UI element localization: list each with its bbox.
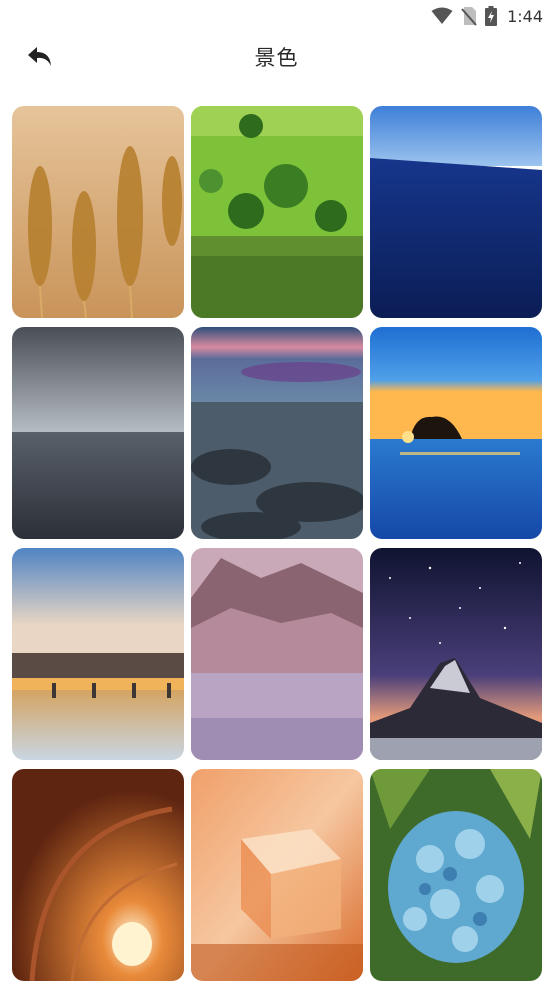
app-bar: 景色 xyxy=(0,34,553,82)
page-title: 景色 xyxy=(254,46,299,70)
wallpaper-grey-sea-clouds[interactable] xyxy=(12,327,184,539)
battery-charging-icon xyxy=(485,6,498,26)
status-bar: 1:44 xyxy=(0,0,553,32)
wifi-icon xyxy=(431,7,453,25)
wallpaper-orange-tunnel[interactable] xyxy=(12,769,184,981)
no-sim-icon xyxy=(461,6,477,26)
status-time: 1:44 xyxy=(507,6,543,26)
wallpaper-wheat-field[interactable] xyxy=(12,106,184,318)
wallpaper-starry-mountain-peak[interactable] xyxy=(370,548,542,760)
wallpaper-city-bridge-river[interactable] xyxy=(12,548,184,760)
wallpaper-deep-blue-sea[interactable] xyxy=(370,106,542,318)
wallpaper-misty-mountain-lake[interactable] xyxy=(191,548,363,760)
wallpaper-blue-hydrangea[interactable] xyxy=(370,769,542,981)
wallpaper-rocky-shore-sunset[interactable] xyxy=(191,327,363,539)
wallpaper-sunset-rock-island[interactable] xyxy=(370,327,542,539)
wallpaper-glass-cube-abstract[interactable] xyxy=(191,769,363,981)
wallpaper-green-hills-lake[interactable] xyxy=(191,106,363,318)
status-icons: 1:44 xyxy=(431,5,543,27)
